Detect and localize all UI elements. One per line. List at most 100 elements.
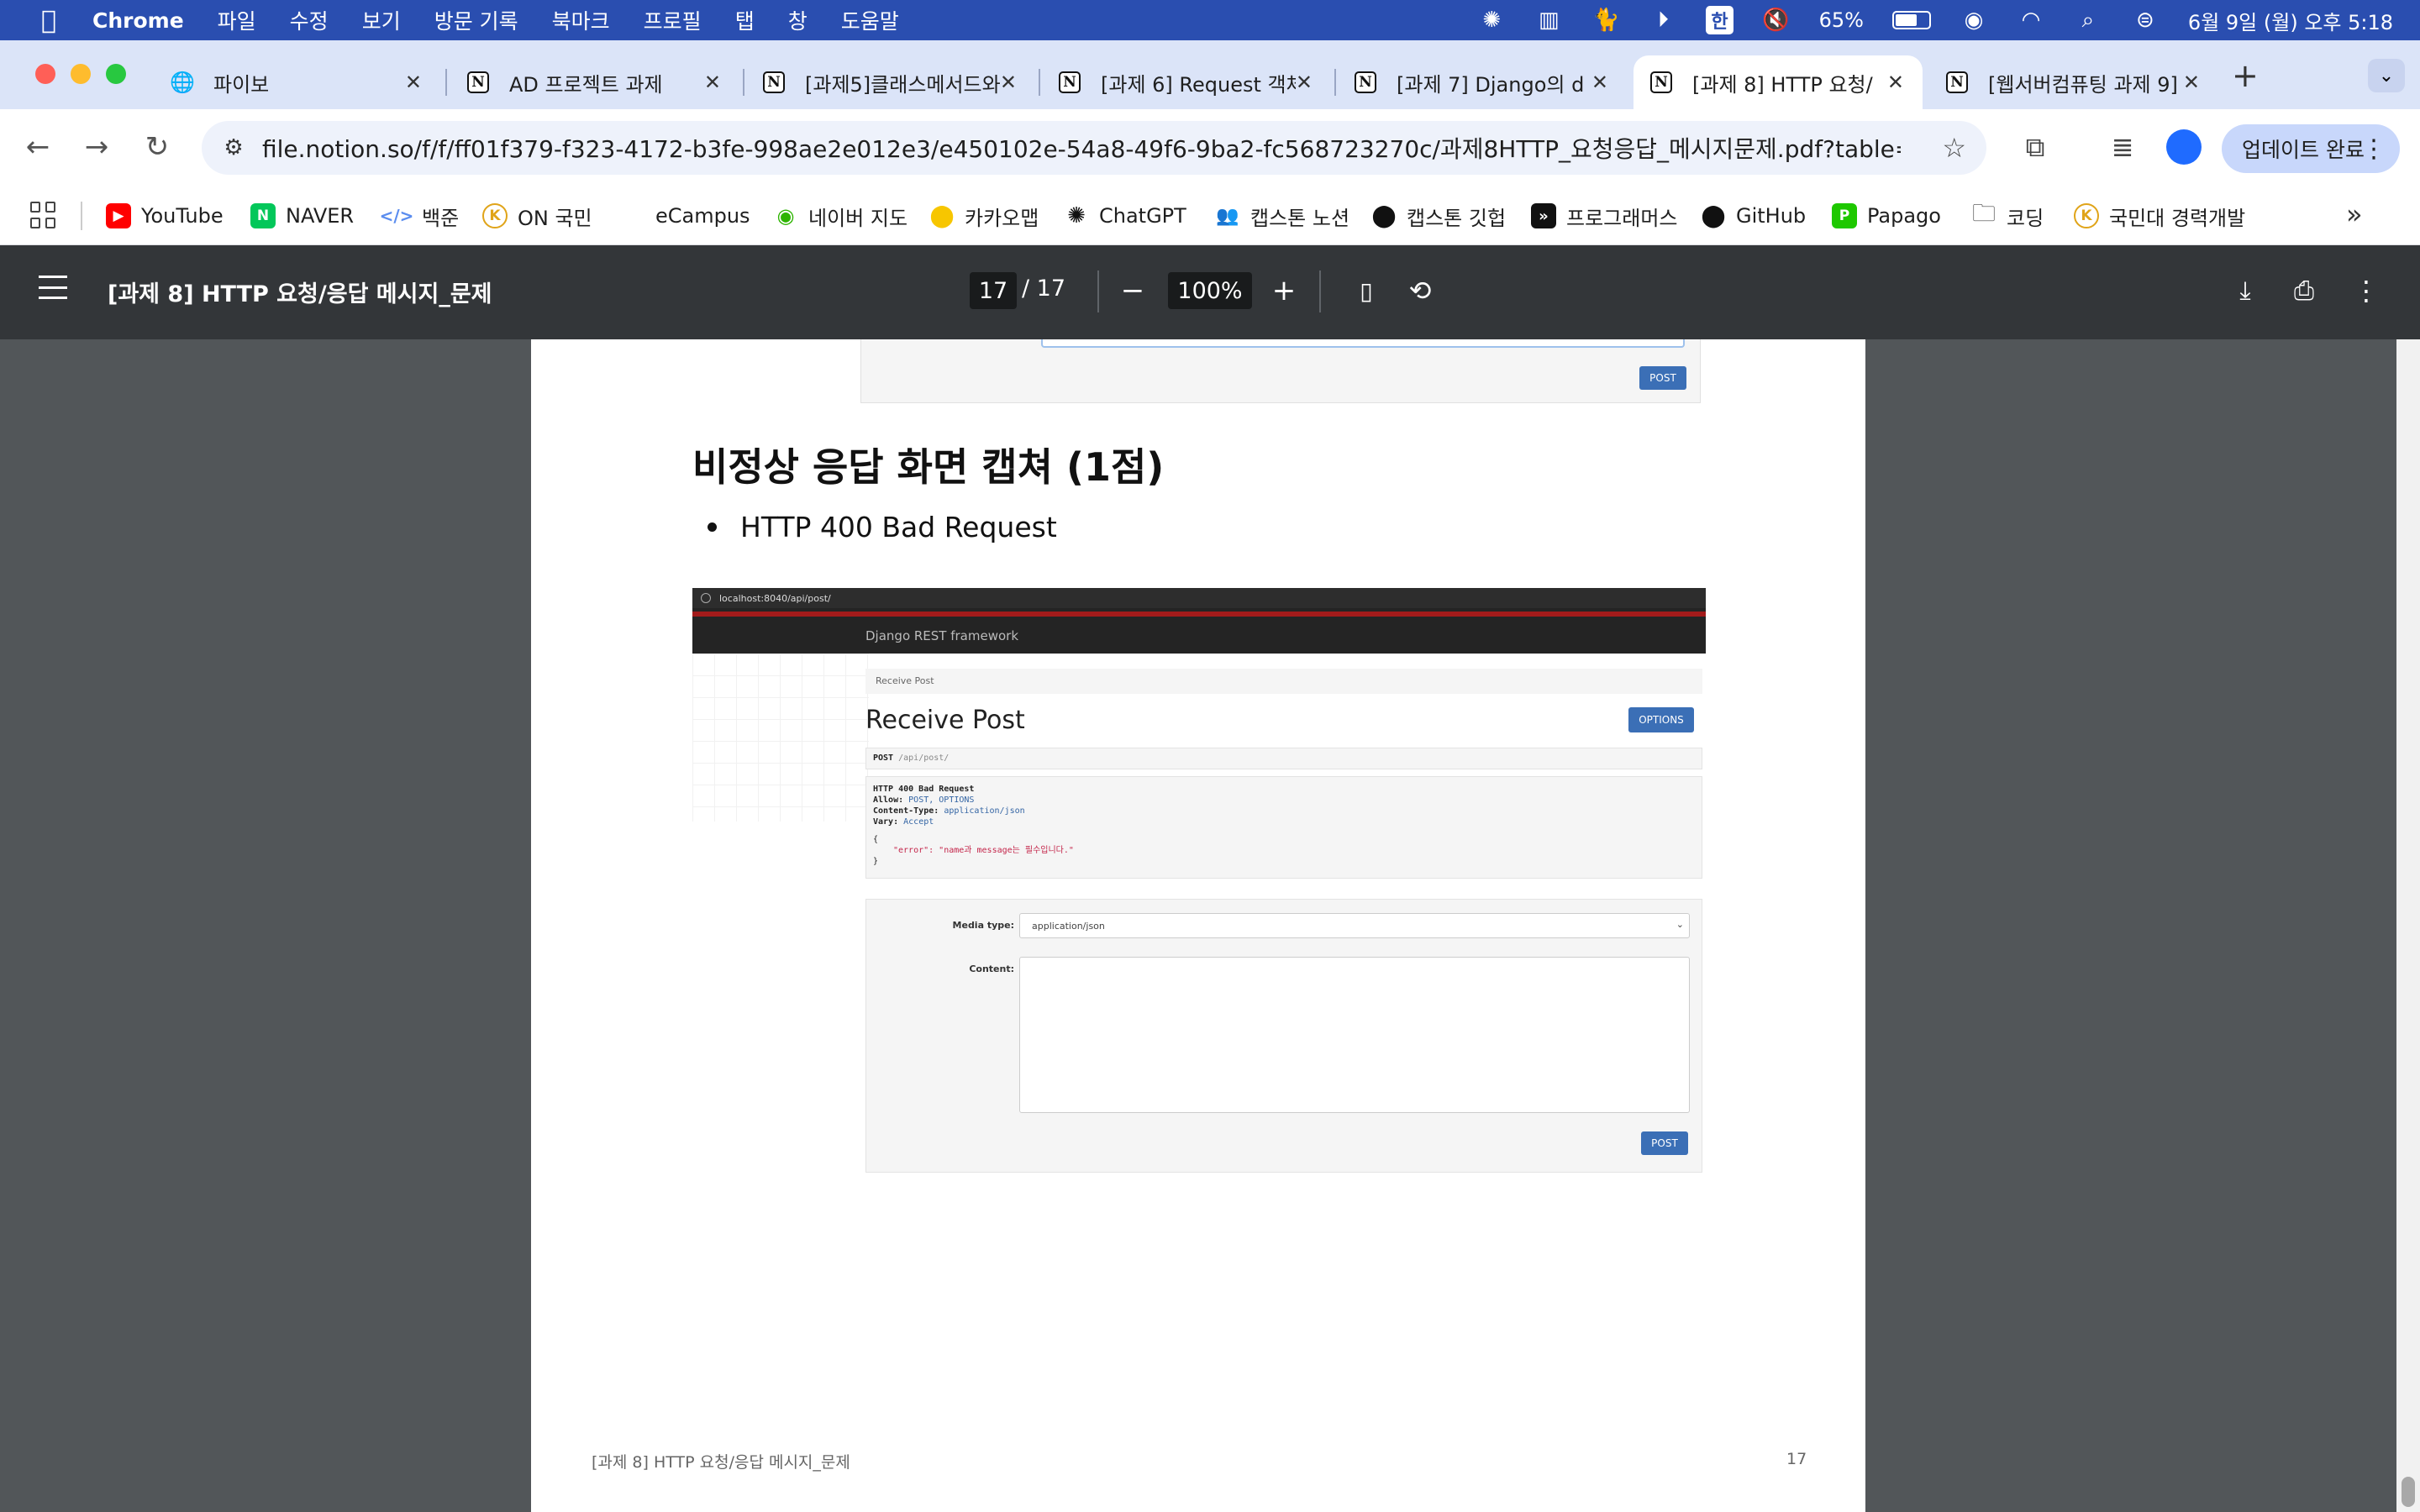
menu-help[interactable]: 도움말 xyxy=(841,5,899,35)
minimize-window-button[interactable] xyxy=(71,64,91,84)
url-text[interactable]: file.notion.so/f/f/ff01f379-f323-4172-b3… xyxy=(262,131,1901,165)
bookmark-papago[interactable]: P Papago xyxy=(1832,202,1941,230)
tab-pybo[interactable]: 🌐 파이보 ✕ xyxy=(155,55,440,109)
close-tab-icon[interactable]: ✕ xyxy=(1887,71,1904,94)
menu-window[interactable]: 창 xyxy=(788,5,808,35)
menu-app-name[interactable]: Chrome xyxy=(92,8,184,33)
zoom-out-button[interactable]: − xyxy=(1111,269,1155,312)
print-icon[interactable]: ⎙ xyxy=(2282,269,2326,312)
bookmark-capstone-notion[interactable]: 👥 캡스톤 노션 xyxy=(1215,202,1349,230)
menu-tab[interactable]: 탭 xyxy=(735,5,755,35)
mute-icon[interactable]: 🔇 xyxy=(1762,8,1791,33)
tab-assignment-8-active[interactable]: N [과제 8] HTTP 요청/ ✕ xyxy=(1634,55,1923,109)
rotate-icon[interactable]: ⟲ xyxy=(1398,269,1442,312)
bookmark-kookmin-career[interactable]: K 국민대 경력개발 xyxy=(2074,202,2245,230)
papago-icon: P xyxy=(1832,203,1857,228)
input-source-indicator[interactable]: 한 xyxy=(1706,6,1733,34)
bookmark-capstone-github[interactable]: ⬤ 캡스톤 깃헙 xyxy=(1371,202,1506,230)
apps-grid-icon[interactable] xyxy=(30,202,57,228)
menu-profiles[interactable]: 프로필 xyxy=(644,5,702,35)
bookmark-baekjoon[interactable]: </> 백준 xyxy=(380,202,460,230)
more-bookmarks-icon[interactable]: » xyxy=(2346,198,2363,230)
page-footer-number: 17 xyxy=(1786,1450,1807,1468)
more-actions-icon[interactable]: ⋮ xyxy=(2344,269,2388,312)
close-window-button[interactable] xyxy=(35,64,55,84)
play-status-icon[interactable]: ⏵ xyxy=(1649,8,1677,33)
spotlight-search-icon[interactable]: ⌕ xyxy=(2074,8,2102,33)
close-tab-icon[interactable]: ✕ xyxy=(405,71,422,94)
new-tab-button[interactable]: + xyxy=(2232,57,2259,94)
control-center-icon[interactable]: ⊜ xyxy=(2131,8,2160,33)
content-type-value: application/json xyxy=(944,806,1025,816)
scrollbar-thumb[interactable] xyxy=(2402,1477,2415,1507)
site-info-icon[interactable]: ⚙ xyxy=(217,131,250,165)
menu-view[interactable]: 보기 xyxy=(362,5,401,35)
tab-assignment-9[interactable]: N [웹서버컴퓨팅 과제 9] ✕ xyxy=(1929,55,2218,109)
bookmark-programmers[interactable]: » 프로그래머스 xyxy=(1531,202,1677,230)
menu-history[interactable]: 방문 기록 xyxy=(434,5,518,35)
menu-file[interactable]: 파일 xyxy=(218,5,256,35)
menubar-clock[interactable]: 6월 9일 (월) 오후 5:18 xyxy=(2188,6,2393,35)
media-controls-icon[interactable]: ≣ xyxy=(2104,131,2141,163)
github-icon: ⬤ xyxy=(1701,203,1726,228)
bookmark-label: 캡스톤 노션 xyxy=(1250,206,1350,230)
tab-ad-project[interactable]: N AD 프로젝트 과제 ✕ xyxy=(450,55,739,109)
media-type-select: application/json ⌄ xyxy=(1019,913,1690,938)
forward-button[interactable]: → xyxy=(76,126,118,168)
bookmark-on-kookmin[interactable]: K ON 국민 xyxy=(482,202,592,230)
chatgpt-status-icon[interactable]: ✺ xyxy=(1477,8,1506,33)
zoom-in-button[interactable]: + xyxy=(1262,269,1306,312)
reload-button[interactable]: ↻ xyxy=(136,126,178,168)
bookmark-kakaomap[interactable]: ⬤ 카카오맵 xyxy=(929,202,1039,230)
fit-page-icon[interactable]: ▯ xyxy=(1344,269,1388,312)
menu-edit[interactable]: 수정 xyxy=(290,5,329,35)
tab-assignment-5[interactable]: N [과제5]클래스메서드와 ✕ xyxy=(746,55,1035,109)
profile-avatar[interactable] xyxy=(2166,129,2202,165)
runcat-status-icon[interactable]: 🐈 xyxy=(1591,8,1620,33)
drf-post-form: Media type: application/json ⌄ Content: … xyxy=(865,899,1702,1173)
close-tab-icon[interactable]: ✕ xyxy=(704,71,721,94)
bookmark-ecampus[interactable]: eCampus xyxy=(620,202,750,230)
battery-percentage[interactable]: 65% xyxy=(1819,8,1864,32)
bookmark-chatgpt[interactable]: ✺ ChatGPT xyxy=(1064,202,1186,230)
youtube-icon: ▶ xyxy=(106,203,131,228)
allow-header-key: Allow: xyxy=(873,795,904,805)
extensions-icon[interactable]: ⧉ xyxy=(2017,131,2054,164)
tab-search-button[interactable]: ⌄ xyxy=(2368,59,2405,92)
user-account-icon[interactable]: ◉ xyxy=(1960,8,1988,33)
map-pin-icon: ◉ xyxy=(776,204,795,228)
response-block: HTTP 400 Bad Request Allow: POST, OPTION… xyxy=(865,776,1702,879)
wifi-icon[interactable]: ◠ xyxy=(2017,8,2045,33)
close-tab-icon[interactable]: ✕ xyxy=(1000,71,1017,94)
pdf-scrollbar[interactable] xyxy=(2396,339,2420,1512)
address-bar[interactable]: ⚙ file.notion.so/f/f/ff01f379-f323-4172-… xyxy=(202,121,1986,175)
pdf-sidebar-menu-icon[interactable] xyxy=(39,276,67,299)
bookmark-github[interactable]: ⬤ GitHub xyxy=(1701,202,1806,230)
notion-icon: N xyxy=(1649,70,1674,95)
back-button[interactable]: ← xyxy=(17,126,59,168)
battery-icon[interactable] xyxy=(1891,11,1931,29)
more-options-icon[interactable]: ⋮ xyxy=(2361,134,2386,164)
apple-menu-icon[interactable]:  xyxy=(32,6,66,35)
close-tab-icon[interactable]: ✕ xyxy=(1591,71,1608,94)
pdf-viewport[interactable]: POST 비정상 응답 화면 캡쳐 (1점) HTTP 400 Bad Requ… xyxy=(0,339,2420,1512)
folder-icon: 🗀 xyxy=(1971,199,1996,227)
zoom-window-button[interactable] xyxy=(106,64,126,84)
bookmark-star-icon[interactable]: ☆ xyxy=(1942,132,1966,164)
tab-assignment-7[interactable]: N [과제 7] Django의 d ✕ xyxy=(1338,55,1627,109)
close-tab-icon[interactable]: ✕ xyxy=(1296,71,1313,94)
download-icon[interactable]: ⤓ xyxy=(2223,269,2267,312)
zoom-level-input[interactable]: 100% xyxy=(1168,272,1252,309)
drf-brand: Django REST framework xyxy=(865,628,1019,643)
layout-status-icon[interactable]: ▥ xyxy=(1534,8,1563,33)
bookmark-youtube[interactable]: ▶ YouTube xyxy=(106,202,224,230)
bookmark-naver-map[interactable]: ◉ 네이버 지도 xyxy=(773,202,908,230)
update-button[interactable]: 업데이트 완료 ⋮ xyxy=(2222,124,2400,173)
bookmark-naver[interactable]: N NAVER xyxy=(250,202,354,230)
page-number-input[interactable]: 17 xyxy=(970,272,1017,309)
bookmark-folder-coding[interactable]: 🗀 코딩 xyxy=(1971,199,2044,230)
close-tab-icon[interactable]: ✕ xyxy=(2183,71,2200,94)
menu-bookmarks[interactable]: 북마크 xyxy=(552,5,610,35)
tab-assignment-6[interactable]: N [과제 6] Request 객체 ✕ xyxy=(1042,55,1331,109)
chevron-down-icon: ⌄ xyxy=(1676,919,1684,930)
